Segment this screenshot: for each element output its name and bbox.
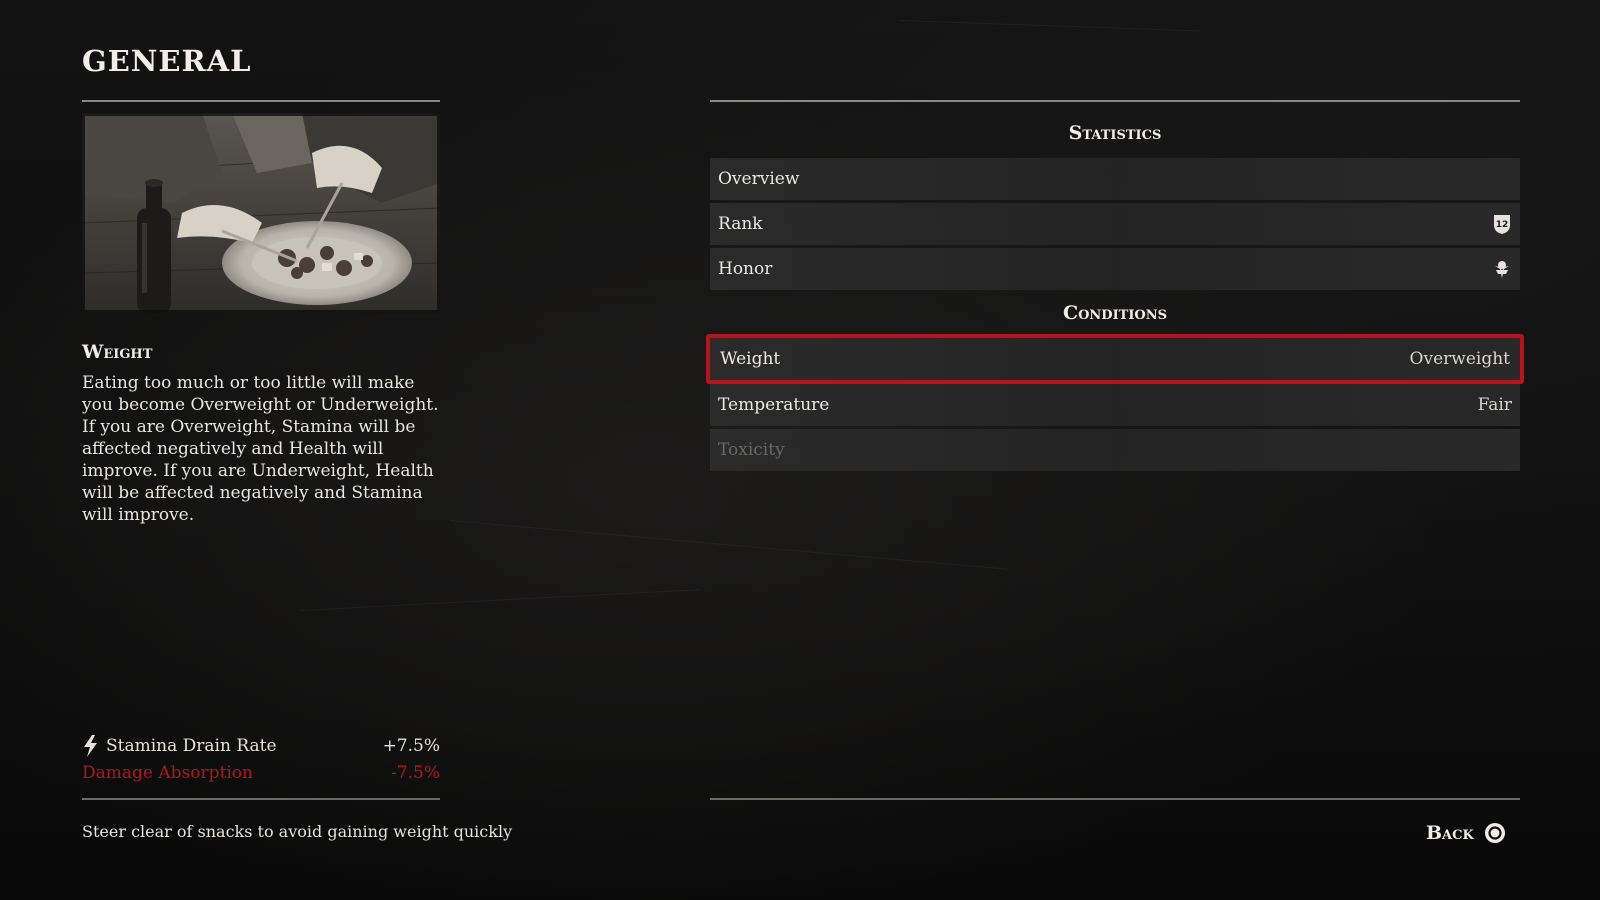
menu-item-toxicity[interactable]: Toxicity [710, 429, 1520, 471]
circle-button-icon [1484, 822, 1506, 844]
menu-item-label: Toxicity [718, 440, 785, 460]
preview-image [82, 113, 440, 313]
background-scratch [899, 20, 1200, 32]
effect-stamina-drain-rate: Stamina Drain Rate +7.5% [82, 734, 440, 758]
menu-item-label: Overview [718, 169, 800, 189]
effect-value: +7.5% [382, 736, 440, 756]
back-label: Back [1426, 822, 1474, 844]
menu-item-label: Honor [718, 259, 773, 279]
menu-item-value: Overweight [1409, 349, 1510, 369]
statistics-heading: Statistics [1068, 122, 1162, 144]
menu-item-weight[interactable]: Weight Overweight [706, 334, 1524, 384]
menu-item-rank[interactable]: Rank 12 [710, 203, 1520, 245]
divider [82, 798, 440, 800]
rank-number: 12 [1496, 220, 1509, 230]
background-scratch [299, 589, 700, 611]
effect-value: -7.5% [391, 763, 440, 783]
effect-damage-absorption: Damage Absorption -7.5% [82, 761, 440, 785]
background-scratch [449, 520, 1008, 570]
divider [82, 100, 440, 102]
conditions-heading: Conditions [1062, 302, 1168, 324]
hint-text: Steer clear of snacks to avoid gaining w… [82, 822, 513, 841]
detail-title: Weight [82, 341, 153, 363]
detail-description: Eating too much or too little will make … [82, 373, 439, 525]
menu-item-label: Temperature [718, 395, 830, 415]
page-title: GENERAL [82, 44, 252, 78]
effect-label: Damage Absorption [82, 763, 253, 783]
divider [710, 798, 1520, 800]
menu-item-label: Rank [718, 214, 763, 234]
menu-item-overview[interactable]: Overview [710, 158, 1520, 200]
divider [710, 100, 1520, 102]
back-button[interactable]: Back [1426, 822, 1506, 844]
menu-item-temperature[interactable]: Temperature Fair [710, 384, 1520, 426]
effect-label: Stamina Drain Rate [106, 736, 277, 756]
rank-shield-icon: 12 [1492, 213, 1512, 235]
menu-item-value: Fair [1477, 395, 1512, 415]
menu-item-honor[interactable]: Honor [710, 248, 1520, 290]
menu-item-label: Weight [720, 349, 781, 369]
honor-icon [1492, 258, 1512, 280]
lightning-bolt-icon [82, 735, 100, 757]
